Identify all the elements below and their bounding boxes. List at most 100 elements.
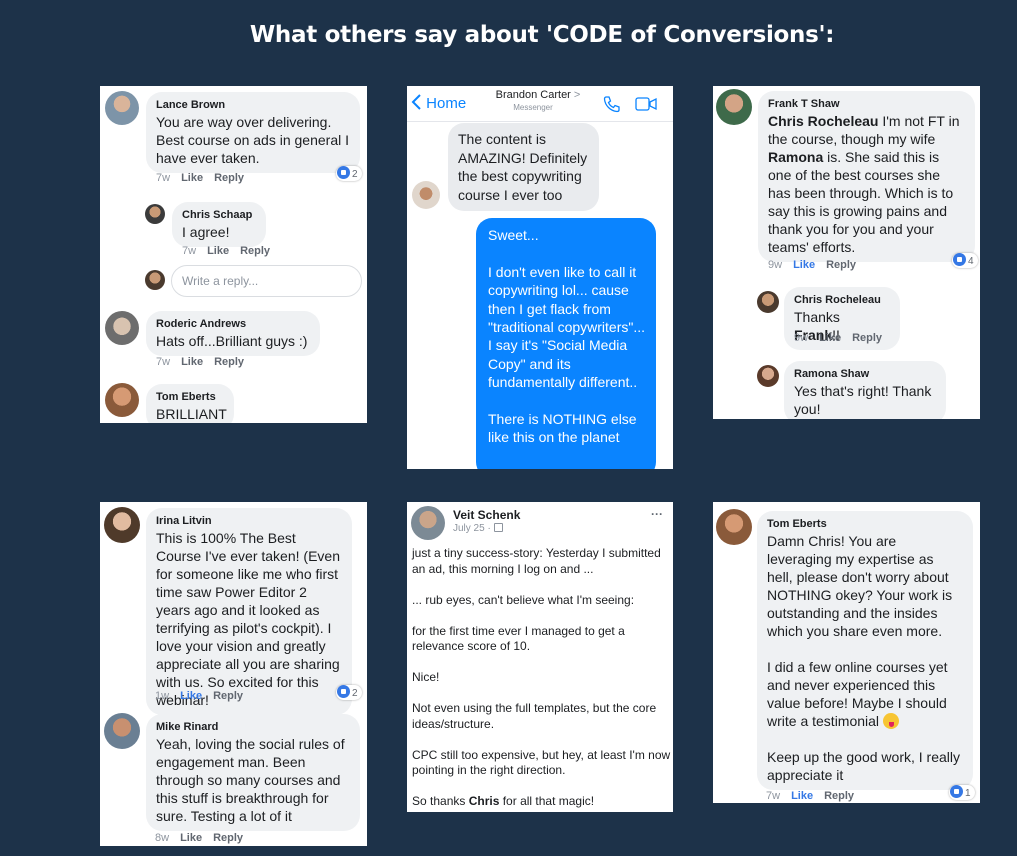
commenter-name[interactable]: Ramona Shaw [794,367,935,382]
comment-bubble: Roderic Andrews Hats off...Brilliant guy… [146,311,320,356]
mention-link[interactable]: Chris [469,794,500,808]
avatar [757,365,779,387]
tongue-face-emoji-icon [882,713,899,729]
comment-time[interactable]: 7w [766,790,780,802]
avatar [104,507,140,543]
commenter-name[interactable]: Chris Rocheleau [794,293,889,308]
like-link[interactable]: Like [180,690,202,702]
like-link[interactable]: Like [793,259,815,271]
testimonial-card-3: Frank T Shaw Chris Rocheleau I'm not FT … [713,86,980,419]
comment-time[interactable]: 8w [155,832,169,844]
reply-link[interactable]: Reply [214,172,244,184]
avatar [105,91,139,125]
reply-link[interactable]: Reply [240,245,270,257]
post-date: July 25 · [453,523,503,534]
comment-text: Damn Chris! You are leveraging my expert… [767,533,961,783]
avatar [145,270,165,290]
incoming-message: The content is AMAZING! Definitely the b… [448,123,599,211]
reply-input[interactable]: Write a reply... [171,265,362,297]
avatar [757,291,779,313]
testimonial-card-2: Home Brandon Carter > Messenger The cont… [407,86,673,469]
like-reaction-icon [337,685,350,698]
like-reaction-icon [950,785,963,798]
commenter-name[interactable]: Frank T Shaw [768,97,964,112]
comment-bubble: Mike Rinard Yeah, loving the social rule… [146,714,360,831]
reply-link[interactable]: Reply [214,356,244,368]
comment-text: I agree! [182,224,230,240]
comment-bubble: Tom Eberts Damn Chris! You are leveragin… [757,511,973,790]
comment-text: Chris Rocheleau I'm not FT in the course… [768,113,960,255]
comment-time[interactable]: 9w [794,332,808,344]
commenter-name[interactable]: Irina Litvin [156,514,341,529]
comment-time[interactable]: 7w [156,172,170,184]
chevron-left-icon [411,94,421,110]
reply-link[interactable]: Reply [852,332,882,344]
contact-subtitle: Messenger [513,103,553,112]
comment-actions: 8w Like Reply [155,832,254,844]
comment-actions: 9w Like Reply [768,259,867,271]
comment-time[interactable]: 7w [156,356,170,368]
back-label: Home [426,95,467,112]
reply-link[interactable]: Reply [824,790,854,802]
avatar [412,181,440,209]
testimonial-card-4: Irina Litvin This is 100% The Best Cours… [100,502,367,846]
comment-actions: 7w Like Reply [182,245,281,257]
globe-icon [493,523,503,532]
back-button[interactable]: Home [411,94,466,113]
avatar [411,506,445,540]
mention-link[interactable]: Chris Rocheleau [768,113,878,129]
like-reaction-icon [953,253,966,266]
comment-actions: 7w Like Reply [156,172,255,184]
comment-time[interactable]: 9w [768,259,782,271]
contact-name[interactable]: Brandon Carter > [483,89,593,102]
reply-link[interactable]: Reply [826,259,856,271]
comment-bubble: Lance Brown You are way over delivering.… [146,92,360,173]
comment-actions: 7w Like Reply [156,356,255,368]
avatar [716,89,752,125]
like-link[interactable]: Like [181,356,203,368]
comment-time[interactable]: 7w [182,245,196,257]
comment-bubble: Ramona Shaw Yes that's right! Thank you! [784,361,946,419]
comment-actions: 9w Like Reply [794,332,893,344]
page-title: What others say about 'CODE of Conversio… [249,22,835,48]
reaction-count[interactable]: 2 [336,685,362,700]
avatar [105,383,139,417]
avatar [104,713,140,749]
comment-text: Yeah, loving the social rules of engagem… [156,736,345,824]
testimonial-card-1: Lance Brown You are way over delivering.… [100,86,367,423]
comment-text: Hats off...Brilliant guys :) [156,333,308,349]
comment-text: Yes that's right! Thank you! [794,383,932,417]
phone-icon[interactable] [603,95,621,113]
comment-text: BRILLIANT [156,406,227,422]
reply-link[interactable]: Reply [213,690,243,702]
comment-bubble: Irina Litvin This is 100% The Best Cours… [146,508,352,715]
post-author[interactable]: Veit Schenk [453,508,520,522]
like-link[interactable]: Like [180,832,202,844]
commenter-name[interactable]: Roderic Andrews [156,317,309,332]
reaction-count[interactable]: 4 [952,253,978,268]
more-options-button[interactable]: ··· [651,507,663,521]
comment-bubble: Frank T Shaw Chris Rocheleau I'm not FT … [758,91,975,262]
testimonial-card-5: Veit Schenk July 25 · ··· just a tiny su… [407,502,673,812]
comment-bubble: Chris Schaap I agree! [172,202,266,247]
commenter-name[interactable]: Lance Brown [156,98,349,113]
commenter-name[interactable]: Chris Schaap [182,208,255,223]
like-link[interactable]: Like [819,332,841,344]
comment-actions: 7w Like Reply [766,790,865,802]
avatar [145,204,165,224]
comment-time[interactable]: 1w [155,690,169,702]
outgoing-message: Sweet... I don't even like to call it co… [476,218,656,469]
reaction-count[interactable]: 2 [336,166,362,181]
like-link[interactable]: Like [791,790,813,802]
reply-link[interactable]: Reply [213,832,243,844]
testimonial-card-6: Tom Eberts Damn Chris! You are leveragin… [713,502,980,803]
video-icon[interactable] [635,97,657,111]
like-link[interactable]: Like [181,172,203,184]
messenger-header: Home Brandon Carter > Messenger [407,86,673,122]
like-link[interactable]: Like [207,245,229,257]
commenter-name[interactable]: Tom Eberts [156,390,223,405]
mention-link[interactable]: Ramona [768,149,823,165]
reaction-count[interactable]: 1 [949,785,975,800]
commenter-name[interactable]: Tom Eberts [767,517,962,532]
commenter-name[interactable]: Mike Rinard [156,720,349,735]
